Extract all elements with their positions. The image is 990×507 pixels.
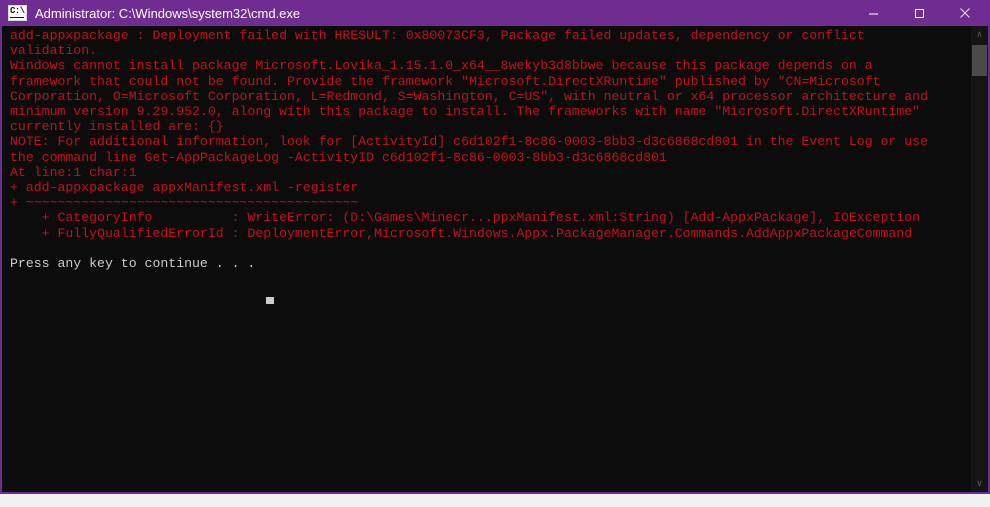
maximize-button[interactable] bbox=[896, 0, 942, 26]
console-line: currently installed are: {} bbox=[10, 119, 224, 135]
cmd-icon bbox=[8, 5, 27, 21]
window-title: Administrator: C:\Windows\system32\cmd.e… bbox=[35, 5, 301, 21]
console-output-area[interactable]: add-appxpackage : Deployment failed with… bbox=[2, 26, 988, 492]
scrollbar-down-arrow[interactable]: ∨ bbox=[971, 475, 988, 492]
console-text: add-appxpackage : Deployment failed with… bbox=[10, 28, 962, 271]
text-cursor bbox=[266, 297, 274, 304]
close-button[interactable] bbox=[942, 0, 988, 26]
scrollbar-track[interactable] bbox=[971, 43, 988, 475]
scrollbar-thumb[interactable] bbox=[972, 45, 987, 76]
console-line: + ~~~~~~~~~~~~~~~~~~~~~~~~~~~~~~~~~~~~~~… bbox=[10, 195, 359, 211]
console-line: + FullyQualifiedErrorId : DeploymentErro… bbox=[10, 225, 913, 241]
console-line: NOTE: For additional information, look f… bbox=[10, 134, 928, 150]
console-line: Press any key to continue . . . bbox=[10, 256, 264, 272]
console-line: Windows cannot install package Microsoft… bbox=[10, 58, 873, 74]
console-window: Administrator: C:\Windows\system32\cmd.e… bbox=[0, 0, 990, 494]
console-line: Corporation, O=Microsoft Corporation, L=… bbox=[10, 88, 928, 104]
console-line: minimum version 9.29.952.0, along with t… bbox=[10, 104, 921, 120]
console-line: the command line Get-AppPackageLog -Acti… bbox=[10, 149, 667, 165]
console-line: add-appxpackage : Deployment failed with… bbox=[10, 28, 865, 43]
console-scrollbar[interactable]: ∧ ∨ bbox=[971, 26, 988, 492]
console-line: validation. bbox=[10, 43, 98, 59]
scrollbar-up-arrow[interactable]: ∧ bbox=[971, 26, 988, 43]
console-line: + add-appxpackage appxManifest.xml -regi… bbox=[10, 180, 359, 196]
console-line: At line:1 char:1 bbox=[10, 164, 137, 180]
minimize-button[interactable] bbox=[850, 0, 896, 26]
console-line: + CategoryInfo : WriteError: (D:\Games\M… bbox=[10, 210, 921, 226]
console-line: framework that could not be found. Provi… bbox=[10, 73, 881, 89]
title-bar[interactable]: Administrator: C:\Windows\system32\cmd.e… bbox=[2, 0, 988, 26]
